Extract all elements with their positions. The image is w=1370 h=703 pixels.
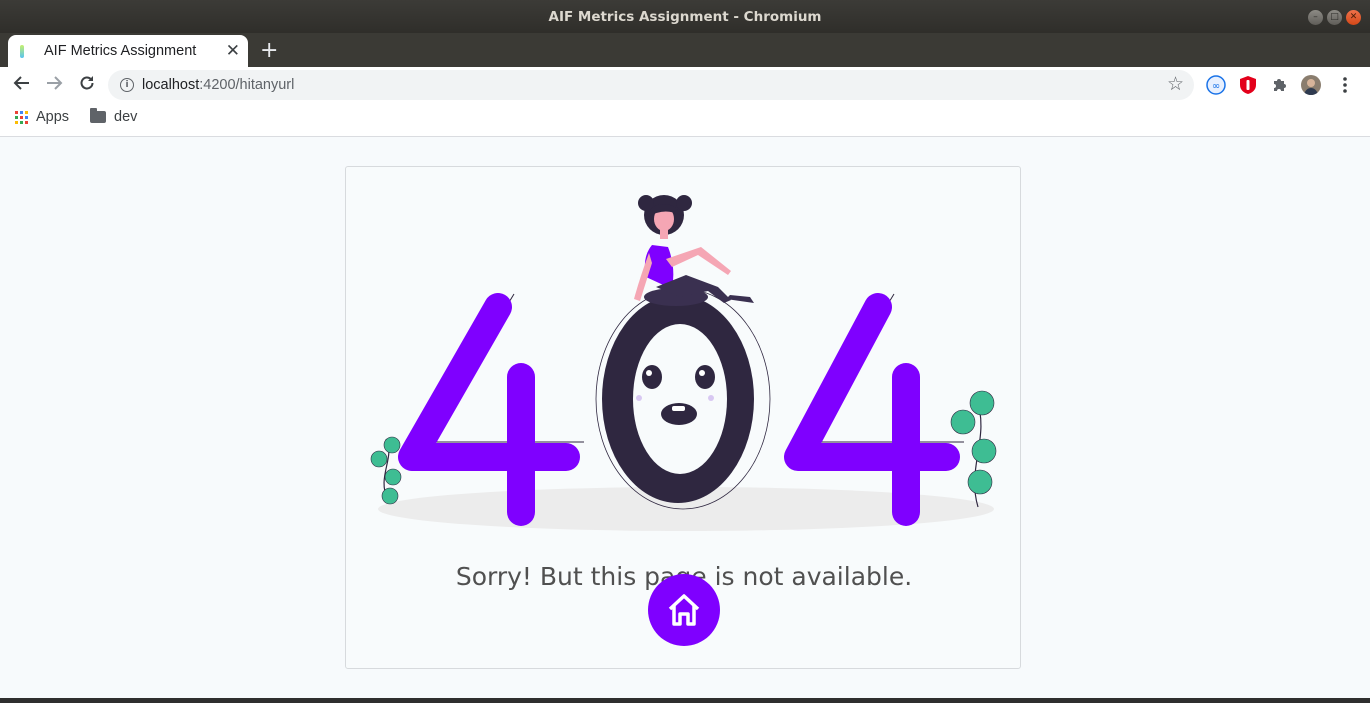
close-window-button[interactable]: ✕ bbox=[1346, 10, 1361, 25]
bookmark-dev[interactable]: dev bbox=[90, 108, 138, 125]
folder-icon bbox=[90, 108, 106, 123]
girl-figure bbox=[634, 195, 754, 306]
reload-icon bbox=[80, 76, 94, 90]
bookmark-label: Apps bbox=[36, 109, 70, 125]
tab-title: AIF Metrics Assignment bbox=[44, 43, 197, 59]
extensions-puzzle-icon[interactable] bbox=[1270, 75, 1290, 95]
bookmark-label: dev bbox=[114, 109, 138, 125]
tab-close-icon[interactable]: ✕ bbox=[226, 41, 240, 61]
arrow-right-icon bbox=[47, 76, 63, 90]
window-controls: – □ ✕ bbox=[1308, 10, 1361, 25]
home-button[interactable] bbox=[648, 574, 720, 646]
404-illustration bbox=[370, 195, 997, 531]
error-card: Sorry! But this page is not available. bbox=[345, 166, 1021, 669]
plant-right bbox=[950, 390, 997, 508]
extension-infinity-icon[interactable]: ∞ bbox=[1206, 75, 1226, 95]
plant-left bbox=[370, 436, 402, 505]
bottom-edge bbox=[0, 698, 1370, 703]
menu-kebab-icon[interactable] bbox=[1337, 75, 1353, 100]
back-button[interactable] bbox=[12, 73, 32, 98]
extension-shield-icon[interactable] bbox=[1238, 75, 1258, 95]
maximize-button[interactable]: □ bbox=[1327, 10, 1342, 25]
page-content: Sorry! But this page is not available. bbox=[0, 137, 1370, 703]
favicon-icon bbox=[20, 45, 24, 58]
home-icon bbox=[668, 594, 700, 626]
arrow-left-icon bbox=[13, 76, 29, 90]
tab-strip: AIF Metrics Assignment ✕ + bbox=[0, 33, 1370, 67]
bookmark-apps[interactable]: Apps bbox=[15, 109, 69, 125]
eye-left bbox=[642, 365, 662, 389]
svg-text:∞: ∞ bbox=[1212, 81, 1220, 92]
bookmark-star-icon[interactable]: ☆ bbox=[1167, 73, 1184, 95]
digit-four-right bbox=[784, 293, 960, 526]
forward-button[interactable] bbox=[44, 73, 64, 98]
address-bar[interactable]: i localhost:4200/hitanyurl ☆ bbox=[108, 70, 1194, 100]
bookmarks-bar: Apps dev bbox=[0, 103, 1370, 137]
eye-right bbox=[695, 365, 715, 389]
reload-button[interactable] bbox=[77, 73, 97, 98]
window-titlebar: AIF Metrics Assignment - Chromium – □ ✕ bbox=[0, 0, 1370, 33]
new-tab-button[interactable]: + bbox=[260, 38, 278, 63]
apps-grid-icon bbox=[15, 110, 28, 124]
tab-active[interactable]: AIF Metrics Assignment ✕ bbox=[8, 35, 248, 67]
profile-avatar[interactable] bbox=[1301, 75, 1321, 95]
url-text[interactable]: localhost:4200/hitanyurl bbox=[142, 77, 294, 93]
browser-toolbar: i localhost:4200/hitanyurl ☆ ∞ bbox=[0, 67, 1370, 103]
digit-four-left bbox=[398, 293, 580, 526]
window-title: AIF Metrics Assignment - Chromium bbox=[548, 9, 822, 25]
minimize-button[interactable]: – bbox=[1308, 10, 1323, 25]
info-icon[interactable]: i bbox=[120, 78, 134, 92]
